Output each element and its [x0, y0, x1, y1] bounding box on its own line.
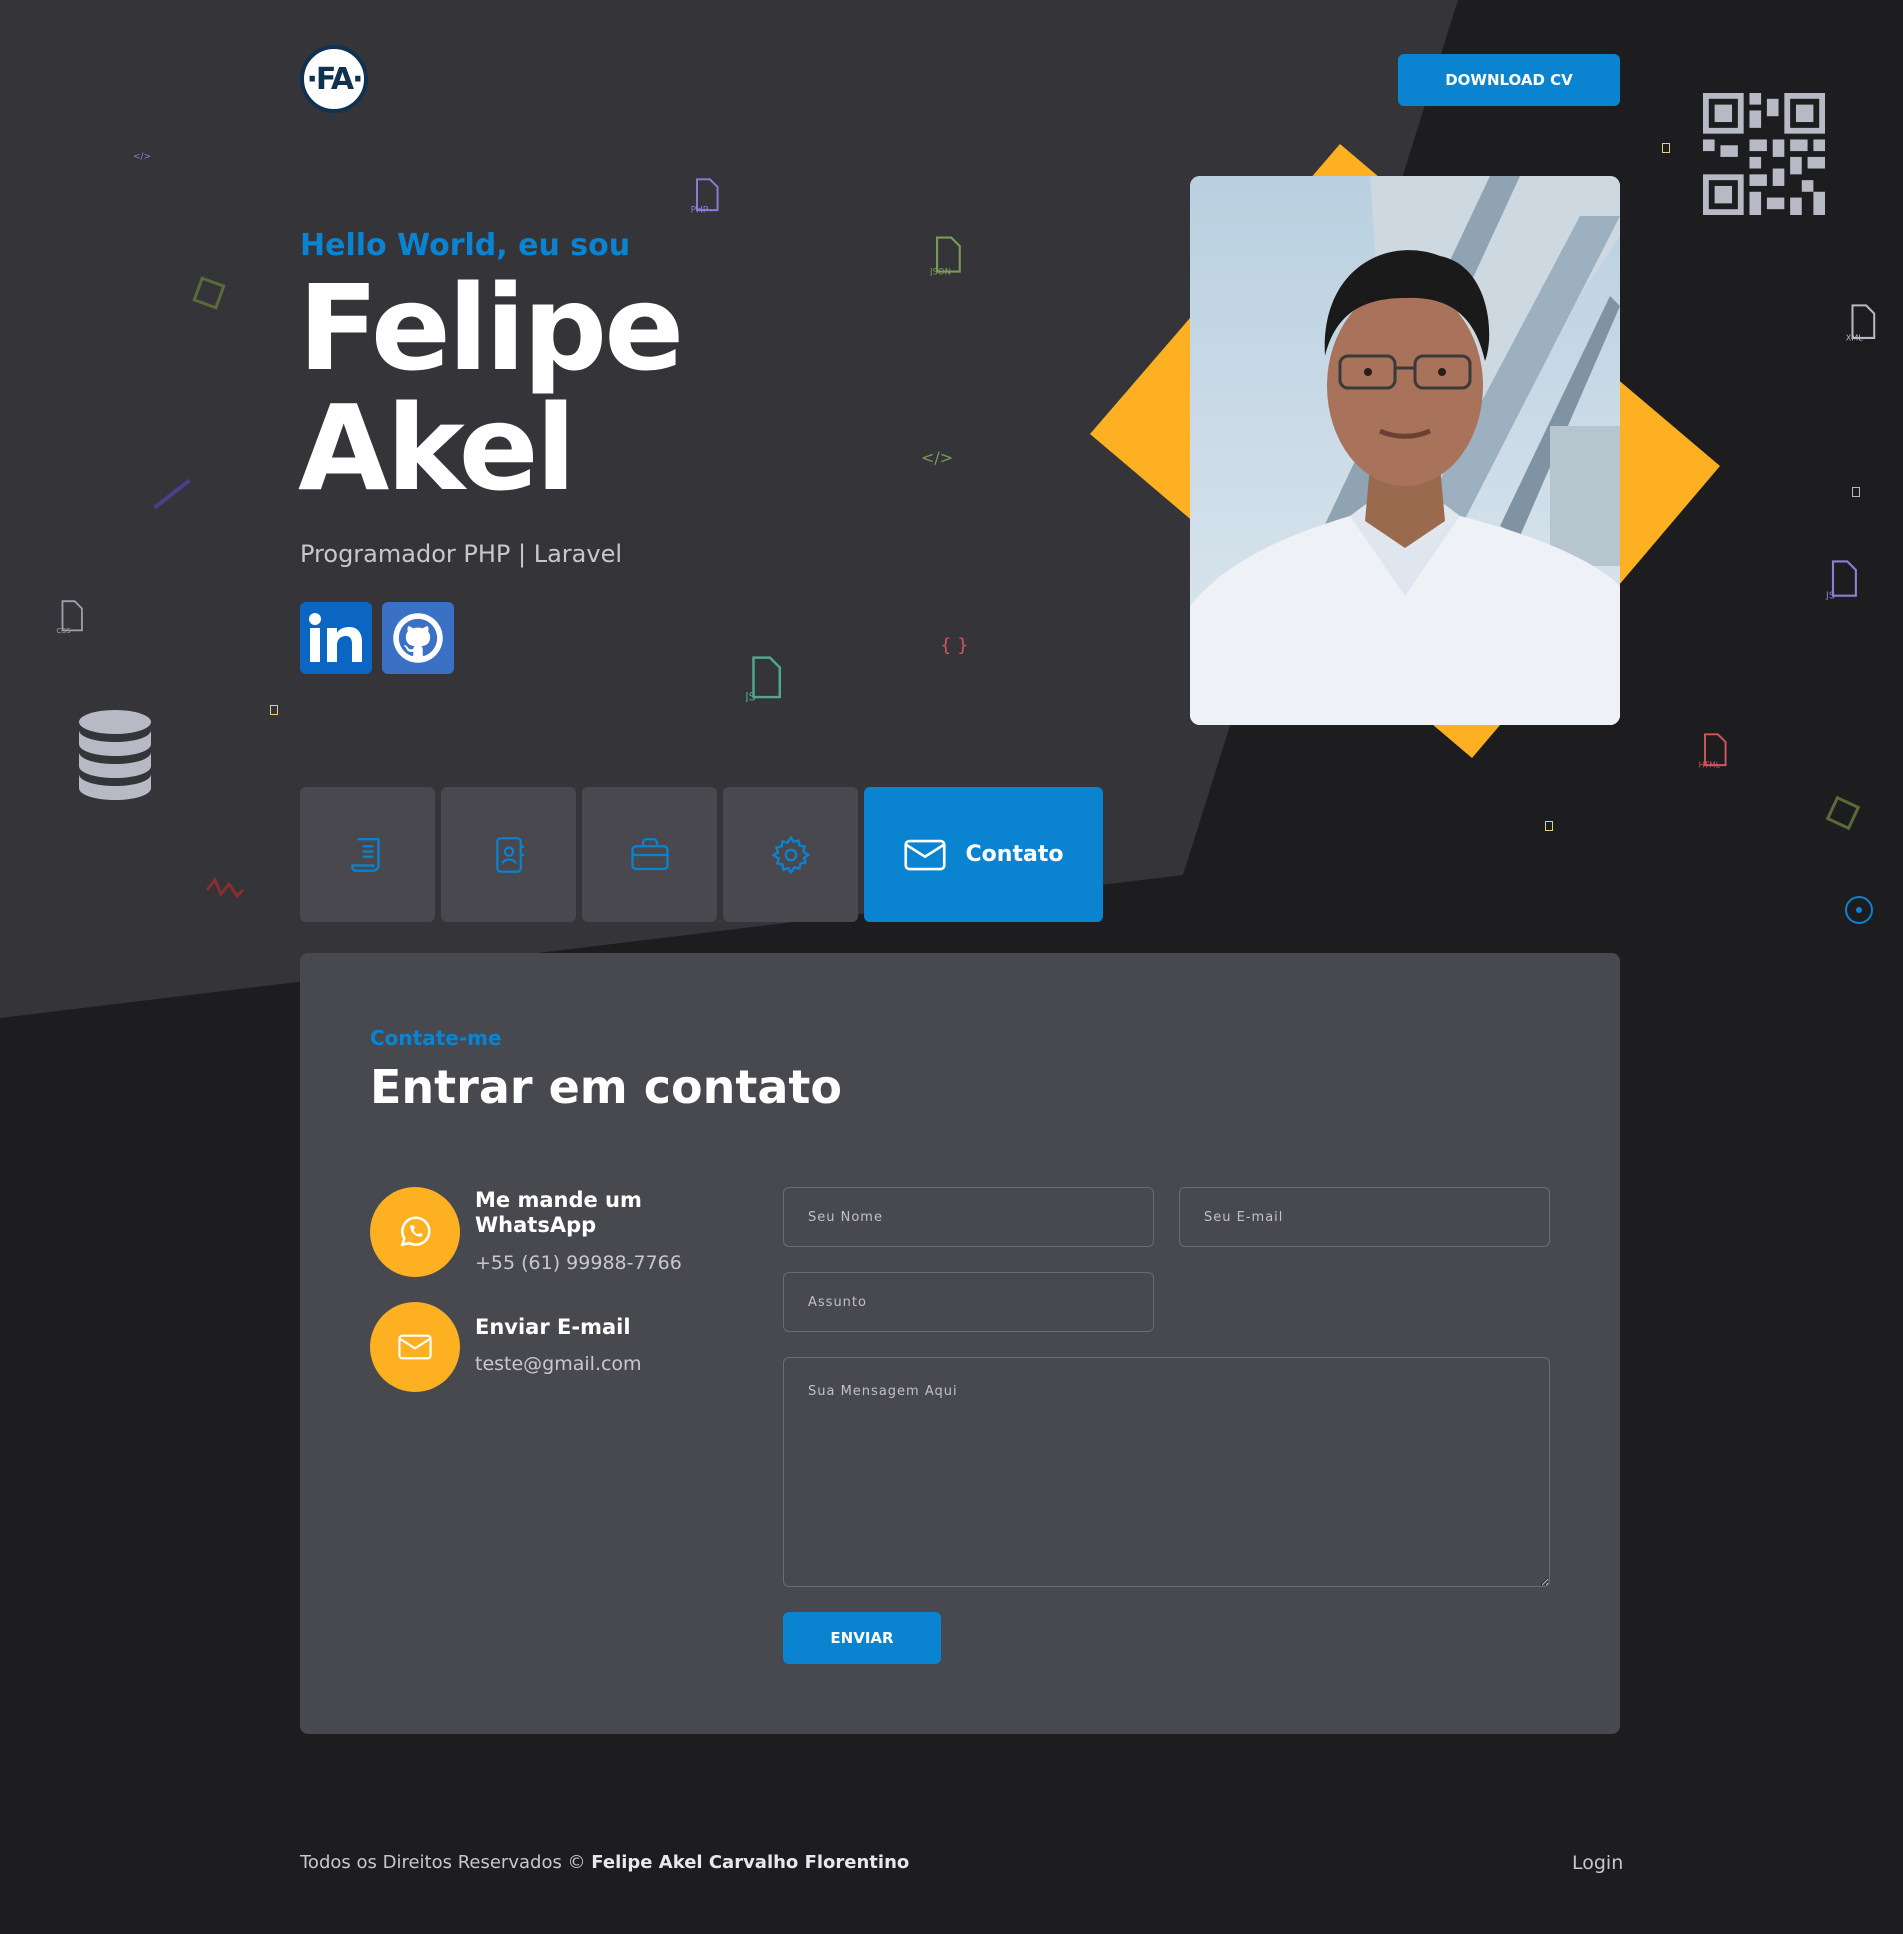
whatsapp-title: Me mande um WhatsApp — [475, 1188, 642, 1237]
hero-name: Felipe Akel — [298, 259, 684, 517]
database-icon — [79, 710, 151, 800]
footer-rights: Todos os Direitos Reservados © — [300, 1852, 586, 1873]
email-badge[interactable] — [370, 1302, 460, 1392]
tiny-file-shape — [270, 705, 278, 715]
hero-first-name: Felipe — [298, 259, 684, 397]
gear-icon — [770, 834, 811, 875]
send-button[interactable]: ENVIAR — [783, 1612, 941, 1664]
subject-input[interactable] — [783, 1272, 1154, 1332]
json-file-icon: JSON — [930, 236, 961, 276]
svg-text:JS: JS — [745, 689, 756, 702]
email-address[interactable]: teste@gmail.com — [475, 1353, 642, 1375]
tab-contact[interactable]: Contato — [864, 787, 1103, 922]
logo-text: ·FA· — [306, 61, 363, 97]
css-file-icon: CSS — [56, 600, 83, 634]
github-icon — [393, 613, 443, 663]
envelope-icon — [903, 839, 946, 870]
email-input[interactable] — [1179, 1187, 1550, 1247]
footer-owner: Felipe Akel Carvalho Florentino — [591, 1852, 910, 1873]
tab-resume[interactable] — [300, 787, 435, 922]
contact-card-icon — [495, 836, 524, 873]
message-textarea[interactable] — [783, 1357, 1550, 1587]
whatsapp-badge[interactable] — [370, 1187, 460, 1277]
tiny-file-shape-4 — [1545, 821, 1553, 831]
js-file-icon: JS — [745, 656, 782, 702]
line-shape — [153, 478, 191, 510]
logo[interactable]: ·FA· — [300, 45, 368, 113]
tab-about[interactable] — [441, 787, 576, 922]
tab-contact-label: Contato — [965, 842, 1064, 867]
email-title: Enviar E-mail — [475, 1315, 631, 1339]
xml-file-icon: XML — [1846, 304, 1876, 342]
tab-portfolio[interactable] — [582, 787, 717, 922]
whatsapp-number[interactable]: +55 (61) 99988-7766 — [475, 1252, 682, 1274]
php-file-icon: PHP — [691, 178, 719, 214]
whatsapp-icon — [400, 1216, 431, 1247]
html-file-icon: HTML — [1699, 733, 1727, 769]
ring-dot — [1856, 907, 1862, 913]
svg-text:CSS: CSS — [56, 626, 71, 634]
tab-skills[interactable] — [723, 787, 858, 922]
login-link[interactable]: Login — [1572, 1852, 1623, 1874]
briefcase-icon — [630, 837, 669, 870]
mail-icon — [398, 1334, 432, 1360]
code-tag-icon-small: </> — [133, 152, 152, 162]
footer-copyright: Todos os Direitos Reservados © Felipe Ak… — [300, 1852, 909, 1873]
braces-icon: { } — [940, 635, 969, 656]
square-shape — [192, 276, 226, 310]
section-kicker: Contate-me — [370, 1026, 502, 1050]
tiny-file-shape-3 — [1852, 487, 1860, 497]
square-shape-right — [1825, 795, 1861, 831]
profile-photo — [1190, 176, 1620, 725]
tiny-file-shape-2 — [1662, 143, 1670, 153]
js-file-icon-right: JS — [1825, 560, 1857, 600]
linkedin-icon — [309, 613, 362, 662]
hero-last-name: Akel — [298, 379, 576, 517]
svg-text:HTML: HTML — [1699, 761, 1721, 769]
section-title: Entrar em contato — [370, 1060, 842, 1114]
resume-icon — [350, 837, 380, 872]
code-tag-icon: </> — [921, 448, 954, 467]
download-cv-button[interactable]: DOWNLOAD CV — [1398, 54, 1620, 106]
svg-text:JS: JS — [1825, 591, 1835, 600]
hero-role: Programador PHP | Laravel — [300, 540, 623, 568]
qr-code-icon — [1703, 93, 1825, 215]
zigzag-shape — [205, 877, 245, 899]
name-input[interactable] — [783, 1187, 1154, 1247]
download-cv-label: DOWNLOAD CV — [1445, 71, 1573, 89]
linkedin-link[interactable] — [300, 602, 372, 674]
svg-text:JSON: JSON — [930, 267, 951, 276]
hero-greeting: Hello World, eu sou — [300, 228, 631, 263]
github-link[interactable] — [382, 602, 454, 674]
svg-text:PHP: PHP — [691, 206, 709, 214]
svg-text:XML: XML — [1846, 333, 1864, 342]
